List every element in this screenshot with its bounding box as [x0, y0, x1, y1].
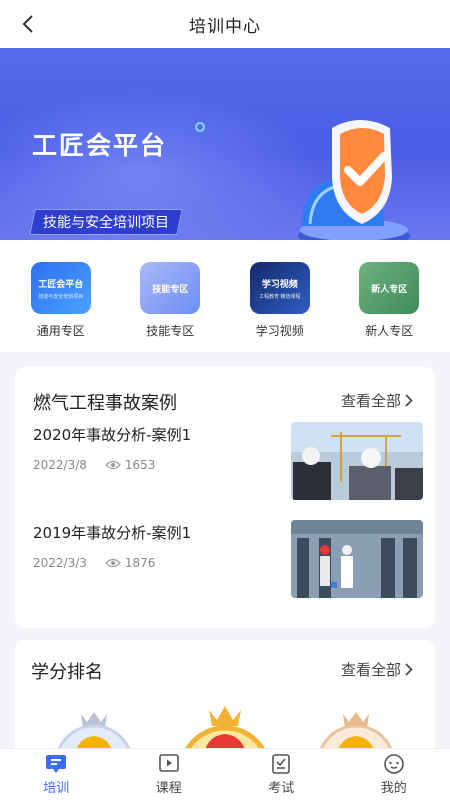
- training-icon: [46, 755, 67, 773]
- back-icon[interactable]: [16, 12, 40, 36]
- eye-icon: [105, 460, 121, 470]
- view-count: 1653: [124, 458, 156, 472]
- case-title: 2019年事故分析-案例1: [33, 524, 192, 542]
- entry-study-video[interactable]: 学习视频 工程教育 精选课程 学习视频: [230, 240, 330, 352]
- chevron-right-icon: [405, 663, 413, 676]
- decor-ring: [195, 122, 205, 132]
- chevron-right-icon: [405, 394, 413, 407]
- entry-skill-zone[interactable]: 技能专区 技能专区: [120, 240, 220, 352]
- banner-subtitle: 技能与安全培训项目: [43, 215, 169, 231]
- building-workers-thumbnail: [291, 520, 423, 598]
- accident-cases-card: 燃气工程事故案例 查看全部 2020年事故分析-案例1 2022/3/8 165…: [15, 367, 435, 628]
- case-item[interactable]: 2020年事故分析-案例1 2022/3/8 1653: [33, 422, 423, 500]
- exam-checklist-icon: [272, 754, 291, 774]
- newcomer-zone-icon: 新人专区: [359, 262, 420, 314]
- skill-zone-icon: 技能专区: [140, 262, 201, 314]
- tab-courses[interactable]: 课程: [113, 749, 226, 800]
- tab-exam[interactable]: 考试: [225, 749, 338, 800]
- promo-banner[interactable]: 工匠会平台 技能与安全培训项目: [0, 48, 450, 240]
- section-title: 燃气工程事故案例: [33, 393, 177, 414]
- entry-label: 技能专区: [146, 324, 195, 338]
- case-item[interactable]: 2019年事故分析-案例1 2022/3/3 1876: [33, 520, 423, 598]
- safety-shield-icon: [298, 120, 410, 240]
- general-zone-icon: 工匠会平台 技能与安全培训项目: [30, 262, 91, 314]
- entry-general-zone[interactable]: 工匠会平台 技能与安全培训项目 通用专区: [11, 240, 111, 352]
- quick-entry-row: 工匠会平台 技能与安全培训项目 通用专区 技能专区 技能专区 学习视频 工程教育…: [0, 240, 450, 352]
- view-all-link[interactable]: 查看全部: [341, 390, 413, 411]
- bottom-tab-bar: 培训 课程 考试 我的: [0, 748, 450, 800]
- tab-training[interactable]: 培训: [0, 749, 113, 800]
- entry-label: 通用专区: [36, 324, 85, 338]
- play-video-icon: [158, 754, 179, 772]
- case-date: 2022/3/3: [33, 556, 87, 570]
- entry-newcomer-zone[interactable]: 新人专区 新人专区: [339, 240, 439, 352]
- view-count: 1876: [124, 556, 156, 570]
- profile-face-icon: [383, 754, 404, 774]
- case-date: 2022/3/8: [33, 458, 87, 472]
- banner-subtitle-tag: 技能与安全培训项目: [29, 209, 183, 235]
- entry-label: 新人专区: [365, 324, 414, 338]
- page-title: 培训中心: [189, 16, 261, 37]
- eye-icon: [105, 558, 121, 568]
- view-all-link[interactable]: 查看全部: [341, 659, 413, 680]
- entry-label: 学习视频: [255, 324, 304, 338]
- study-video-icon: 学习视频 工程教育 精选课程: [249, 262, 310, 314]
- case-title: 2020年事故分析-案例1: [33, 426, 192, 444]
- top-bar: 培训中心: [0, 0, 450, 48]
- tab-mine[interactable]: 我的: [338, 749, 450, 800]
- construction-site-thumbnail: [291, 422, 423, 500]
- banner-title: 工匠会平台: [32, 131, 168, 160]
- section-title: 学分排名: [31, 662, 103, 683]
